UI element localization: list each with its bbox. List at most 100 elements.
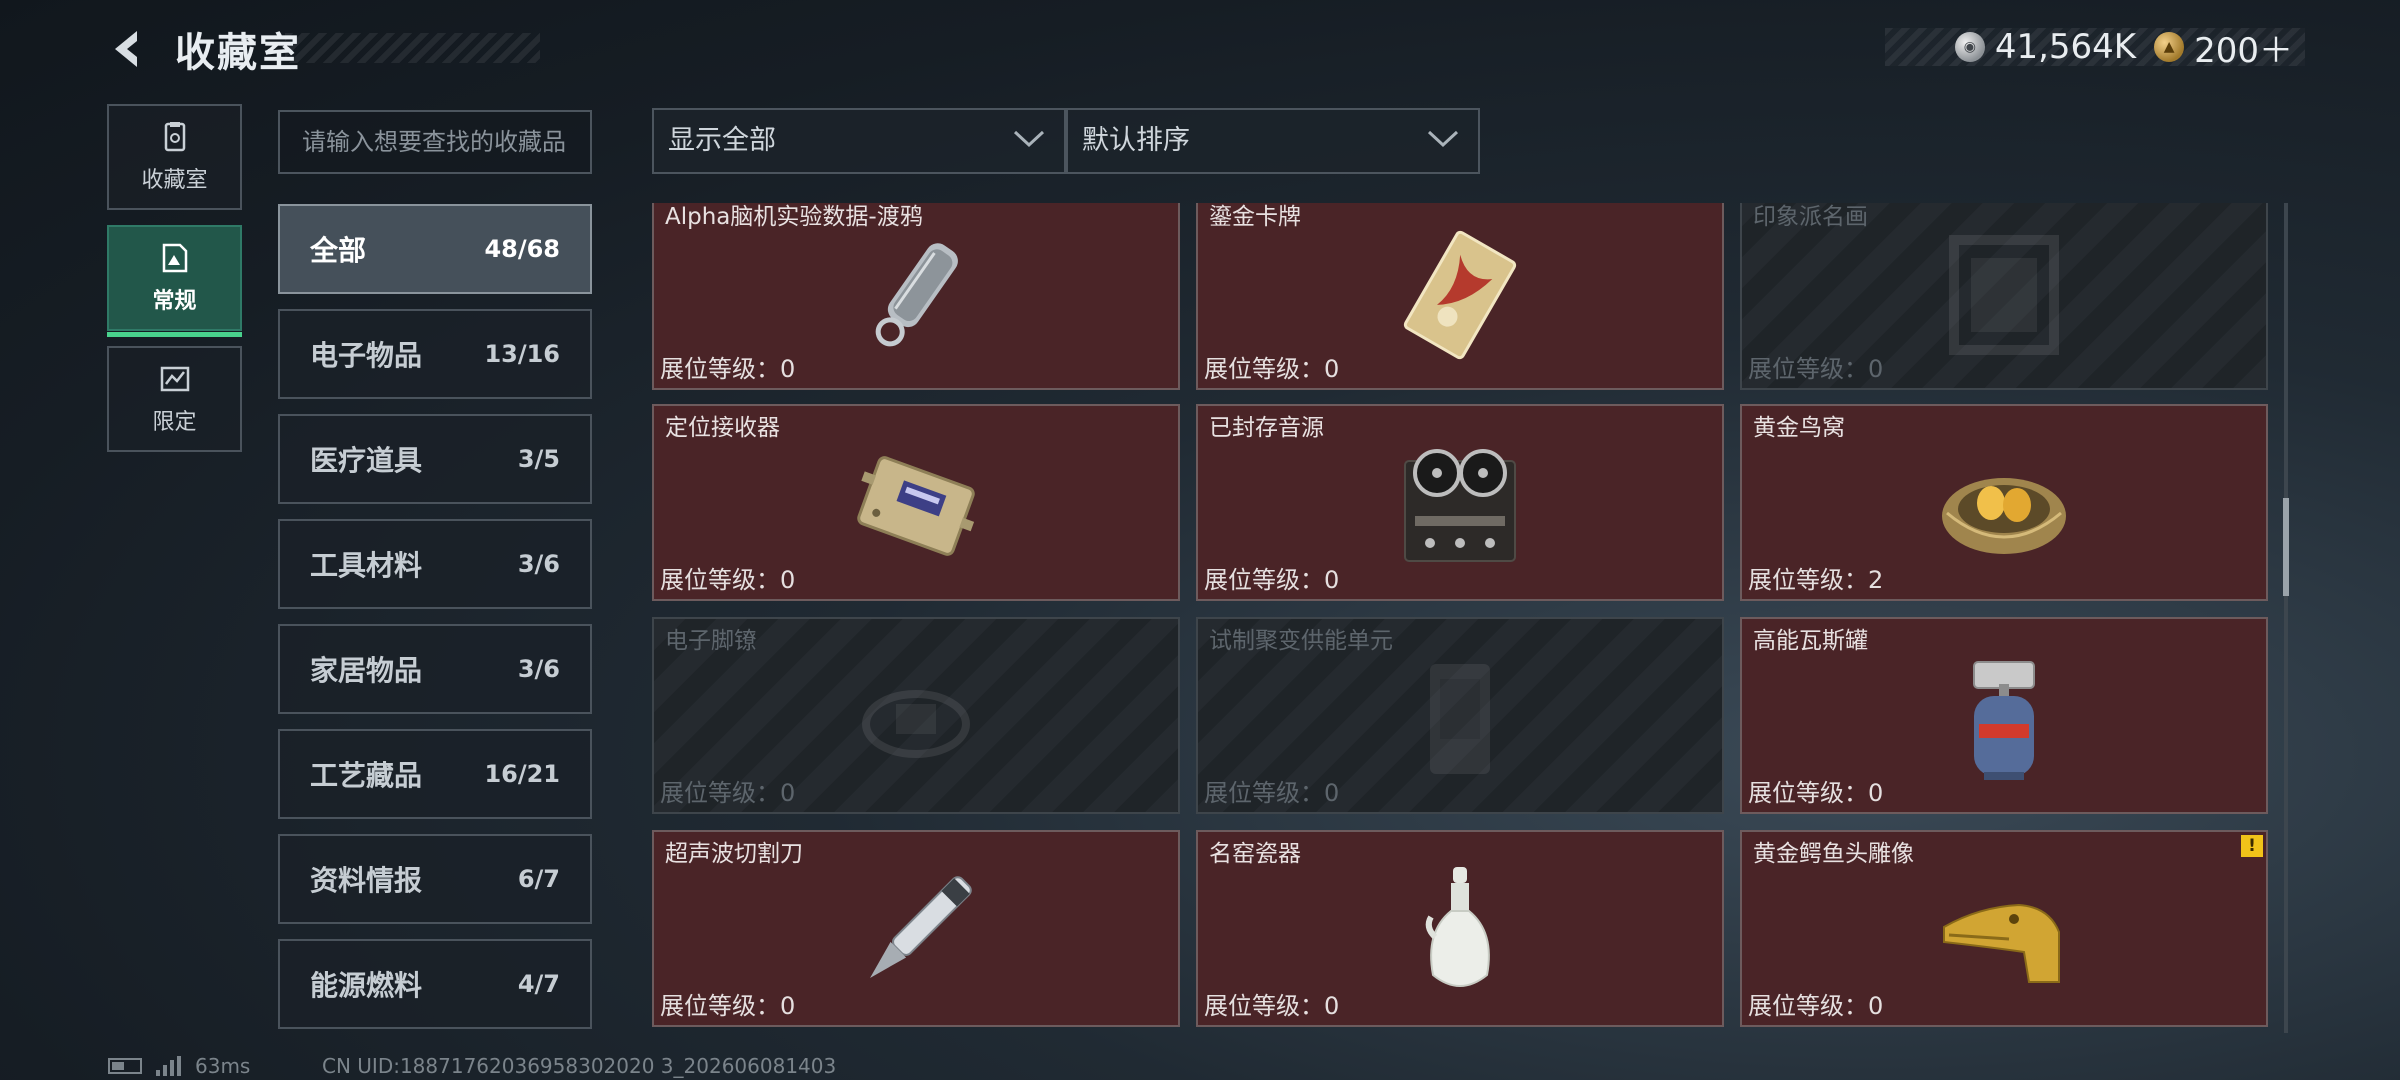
item-tile[interactable]: Alpha脑机实验数据-渡鸦 展位等级：0	[652, 203, 1180, 390]
fusion-cell-icon	[1430, 663, 1490, 774]
battery-icon	[108, 1058, 142, 1074]
back-arrow-icon	[115, 31, 137, 67]
category-count: 3/5	[517, 445, 560, 473]
item-level: 展位等级：0	[660, 992, 796, 1020]
ankle-monitor-icon	[862, 689, 970, 758]
category-energy[interactable]: 能源燃料 4/7	[278, 939, 592, 1029]
category-intel[interactable]: 资料情报 6/7	[278, 834, 592, 924]
category-count: 6/7	[517, 865, 560, 893]
item-tile[interactable]: 鎏金卡牌 展位等级：0	[1196, 203, 1724, 390]
category-name: 能源燃料	[310, 969, 423, 1002]
page-title: 收藏室	[175, 30, 301, 76]
item-name: 鎏金卡牌	[1209, 204, 1301, 230]
collection-grid: Alpha脑机实验数据-渡鸦 展位等级：0 鎏金卡牌 展位等级：0 印象派名画	[652, 203, 2272, 1033]
category-all[interactable]: 全部 48/68	[278, 204, 592, 294]
category-count: 13/16	[484, 340, 560, 368]
gas-canister-icon	[1973, 660, 2035, 780]
category-count: 48/68	[484, 235, 560, 263]
item-level: 展位等级：0	[660, 779, 796, 807]
item-name: 定位接收器	[665, 415, 780, 441]
display-filter-dropdown[interactable]: 显示全部	[652, 108, 1066, 174]
item-level: 展位等级：0	[1748, 779, 1884, 807]
ultrasonic-knife-icon	[870, 875, 972, 978]
item-tile[interactable]: 印象派名画 展位等级：0	[1740, 203, 2268, 390]
chevron-down-icon	[1013, 130, 1045, 148]
silver-coin-icon: ◉	[1954, 32, 1985, 62]
golden-crocodile-head-icon	[1943, 903, 2060, 983]
item-tile[interactable]: 超声波切割刀 展位等级：0	[652, 830, 1180, 1027]
porcelain-vase-icon	[1425, 866, 1490, 987]
category-crafts[interactable]: 工艺藏品 16/21	[278, 729, 592, 819]
category-household[interactable]: 家居物品 3/6	[278, 624, 592, 714]
item-tile[interactable]: 试制聚变供能单元 展位等级：0	[1196, 617, 1724, 814]
item-tile[interactable]: 定位接收器 展位等级：0	[652, 404, 1180, 601]
silver-amount: 41,564K	[1994, 27, 2137, 67]
golden-nest-icon	[1942, 477, 2066, 554]
rail-item-label: 常规	[152, 289, 197, 314]
category-name: 电子物品	[310, 339, 423, 372]
category-name: 工艺藏品	[310, 759, 423, 792]
locator-receiver-icon	[857, 455, 975, 556]
category-name: 医疗道具	[310, 444, 423, 477]
item-level: 展位等级：0	[1748, 355, 1884, 383]
ping-value: 63ms	[195, 1054, 251, 1078]
limited-icon	[160, 366, 189, 392]
collection-room-icon	[164, 122, 185, 152]
item-level: 展位等级：0	[1204, 355, 1340, 383]
category-electronics[interactable]: 电子物品 13/16	[278, 309, 592, 399]
sort-value: 默认排序	[1082, 125, 1190, 156]
item-tile[interactable]: 黄金鳄鱼头雕像 ! 展位等级：0	[1740, 830, 2268, 1027]
item-name: 已封存音源	[1209, 415, 1324, 441]
chevron-down-icon	[1427, 130, 1459, 148]
item-name: 高能瓦斯罐	[1753, 628, 1868, 654]
sort-dropdown[interactable]: 默认排序	[1066, 108, 1480, 174]
painting-frame-icon	[1949, 234, 2059, 355]
rail-item-label: 收藏室	[141, 168, 208, 193]
currency-bar: ◉ 41,564K ▲ 200＋	[1885, 27, 2305, 71]
category-name: 家居物品	[310, 654, 423, 687]
item-level: 展位等级：0	[1204, 992, 1340, 1020]
item-tile[interactable]: 黄金鸟窝 展位等级：2	[1740, 404, 2268, 601]
currency-gold[interactable]: ▲ 200＋	[2154, 23, 2293, 72]
gilded-card-icon	[1403, 230, 1517, 359]
item-name: 黄金鳄鱼头雕像	[1753, 841, 1914, 867]
category-tools[interactable]: 工具材料 3/6	[278, 519, 592, 609]
category-name: 全部	[310, 234, 367, 267]
regular-icon	[162, 243, 187, 273]
flash-drive-keychain-icon	[875, 242, 958, 346]
item-name: 印象派名画	[1753, 204, 1868, 230]
item-name: 黄金鸟窝	[1753, 415, 1845, 441]
item-tile[interactable]: 高能瓦斯罐 展位等级：0	[1740, 617, 2268, 814]
item-level: 展位等级：0	[1204, 779, 1340, 807]
category-count: 3/6	[517, 655, 560, 683]
alert-badge-icon: !	[2241, 835, 2263, 857]
rail-item-collection-room[interactable]: 收藏室	[107, 104, 242, 210]
rail-item-regular[interactable]: 常规	[107, 225, 242, 337]
reel-tape-recorder-icon	[1404, 448, 1516, 562]
grid-scrollbar[interactable]	[2283, 498, 2289, 596]
rail-item-label: 限定	[152, 410, 197, 435]
item-level: 展位等级：0	[660, 355, 796, 383]
item-level: 展位等级：2	[1748, 566, 1884, 594]
display-filter-value: 显示全部	[668, 125, 776, 156]
back-button[interactable]	[105, 25, 153, 73]
gold-amount: 200＋	[2194, 30, 2293, 71]
status-bar: 63ms	[108, 1054, 250, 1078]
item-name: 电子脚镣	[665, 628, 757, 654]
header-decor-stripe	[285, 33, 540, 63]
gold-coin-icon: ▲	[2154, 32, 2185, 62]
currency-silver[interactable]: ◉ 41,564K	[1954, 27, 2137, 67]
item-tile[interactable]: 名窑瓷器 展位等级：0	[1196, 830, 1724, 1027]
signal-icon	[156, 1056, 181, 1076]
category-count: 16/21	[484, 760, 560, 788]
category-count: 4/7	[517, 970, 560, 998]
item-tile[interactable]: 电子脚镣 展位等级：0	[652, 617, 1180, 814]
item-tile[interactable]: 已封存音源 展位等级：0	[1196, 404, 1724, 601]
category-medical[interactable]: 医疗道具 3/5	[278, 414, 592, 504]
category-name: 资料情报	[310, 864, 423, 897]
item-level: 展位等级：0	[1748, 992, 1884, 1020]
item-level: 展位等级：0	[1204, 566, 1340, 594]
item-level: 展位等级：0	[660, 566, 796, 594]
rail-item-limited[interactable]: 限定	[107, 346, 242, 452]
search-input[interactable]: 请输入想要查找的收藏品	[278, 110, 592, 174]
